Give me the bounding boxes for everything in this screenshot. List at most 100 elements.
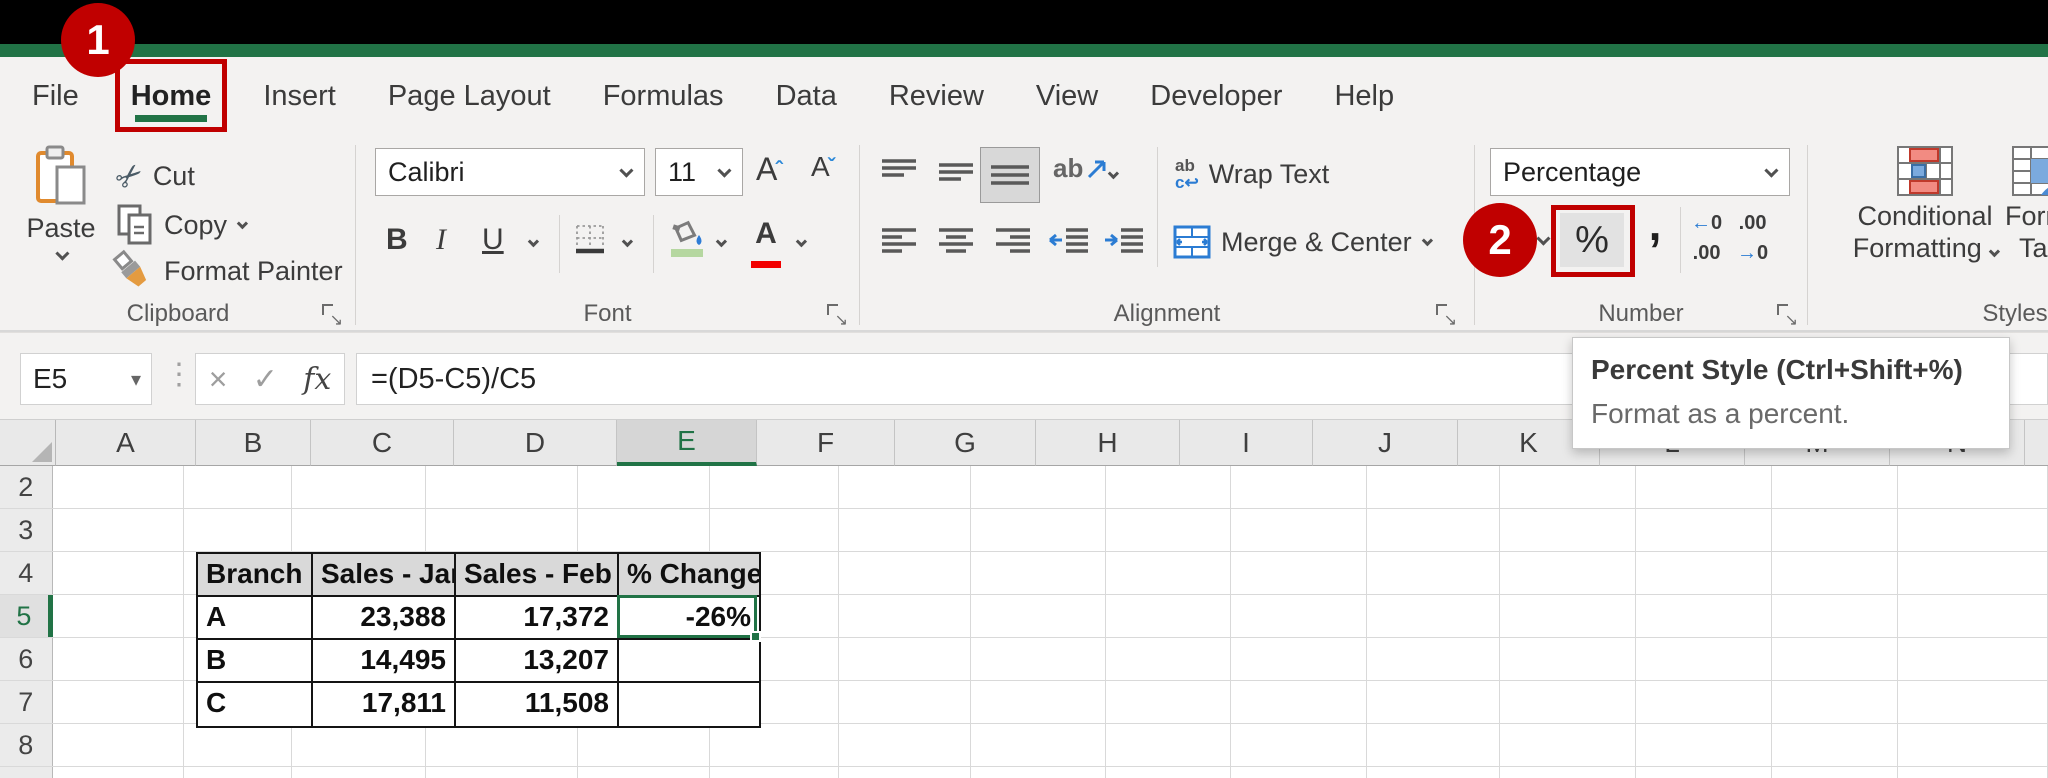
- merge-center-button[interactable]: Merge & Center: [1173, 225, 1433, 259]
- cell-I6[interactable]: [1106, 638, 1231, 680]
- decrease-indent-button[interactable]: [1048, 227, 1090, 257]
- column-header-J[interactable]: J: [1313, 420, 1458, 466]
- copy-chevron[interactable]: [236, 217, 249, 230]
- number-dialog-launcher[interactable]: [1777, 304, 1798, 330]
- row-header-8[interactable]: 8: [0, 724, 53, 766]
- cell-H6[interactable]: [971, 638, 1107, 680]
- increase-font-size-button[interactable]: Aˆ: [756, 151, 783, 188]
- table-cell[interactable]: -26%: [619, 597, 759, 640]
- table-cell[interactable]: 14,495: [313, 640, 456, 683]
- cell-C3[interactable]: [292, 509, 426, 551]
- cell-L6[interactable]: [1500, 638, 1636, 680]
- row-header-6[interactable]: 6: [0, 638, 53, 680]
- cell-J3[interactable]: [1231, 509, 1367, 551]
- column-header-D[interactable]: D: [454, 420, 617, 466]
- cell-K5[interactable]: [1367, 595, 1500, 637]
- column-header-E[interactable]: E: [617, 420, 757, 466]
- cell-C9[interactable]: [292, 767, 426, 778]
- cell-C2[interactable]: [292, 466, 426, 508]
- borders-chevron[interactable]: [621, 235, 634, 248]
- italic-button[interactable]: I: [436, 223, 446, 257]
- cell-M8[interactable]: [1636, 724, 1772, 766]
- row-header-9[interactable]: 9: [0, 767, 53, 778]
- cell-I8[interactable]: [1106, 724, 1231, 766]
- table-header-cell[interactable]: Sales - Jan: [313, 554, 456, 597]
- cell-J4[interactable]: [1231, 552, 1367, 594]
- number-format-chevron[interactable]: [1764, 163, 1779, 178]
- cell-D8[interactable]: [426, 724, 579, 766]
- table-header-cell[interactable]: % Change: [619, 554, 759, 597]
- align-left-button[interactable]: [880, 227, 918, 257]
- increase-indent-button[interactable]: [1103, 227, 1145, 257]
- cell-G2[interactable]: [839, 466, 972, 508]
- cell-B8[interactable]: [184, 724, 292, 766]
- column-header-C[interactable]: C: [311, 420, 454, 466]
- cell-G5[interactable]: [839, 595, 972, 637]
- cell-N2[interactable]: [1772, 466, 1899, 508]
- cell-C8[interactable]: [292, 724, 426, 766]
- accounting-format-chevron[interactable]: [1536, 231, 1551, 246]
- cell-B2[interactable]: [184, 466, 292, 508]
- cell-L5[interactable]: [1500, 595, 1636, 637]
- font-size-chevron[interactable]: [717, 163, 732, 178]
- tab-developer[interactable]: Developer: [1148, 57, 1284, 135]
- cell-O3[interactable]: [1898, 509, 2048, 551]
- cell-A4[interactable]: [53, 552, 184, 594]
- table-header-cell[interactable]: Branch: [198, 554, 313, 597]
- row-header-2[interactable]: 2: [0, 466, 53, 508]
- cell-O2[interactable]: [1898, 466, 2048, 508]
- table-cell[interactable]: B: [198, 640, 313, 683]
- cell-K8[interactable]: [1367, 724, 1500, 766]
- cell-E8[interactable]: [578, 724, 710, 766]
- table-header-cell[interactable]: Sales - Feb: [456, 554, 619, 597]
- cell-M5[interactable]: [1636, 595, 1772, 637]
- cell-A8[interactable]: [53, 724, 184, 766]
- cell-L9[interactable]: [1500, 767, 1636, 778]
- cell-L7[interactable]: [1500, 681, 1636, 723]
- cell-O4[interactable]: [1898, 552, 2048, 594]
- table-cell[interactable]: 11,508: [456, 683, 619, 726]
- column-header-O[interactable]: O: [2025, 420, 2048, 466]
- conditional-formatting-button[interactable]: Conditional Formatting: [1845, 145, 2005, 262]
- cell-N9[interactable]: [1772, 767, 1899, 778]
- tab-insert[interactable]: Insert: [261, 57, 338, 135]
- cell-O7[interactable]: [1898, 681, 2048, 723]
- cell-M3[interactable]: [1636, 509, 1772, 551]
- align-right-button[interactable]: [994, 227, 1032, 257]
- tab-page-layout[interactable]: Page Layout: [386, 57, 553, 135]
- cell-N4[interactable]: [1772, 552, 1899, 594]
- cell-I3[interactable]: [1106, 509, 1231, 551]
- table-cell[interactable]: 17,811: [313, 683, 456, 726]
- cell-K2[interactable]: [1367, 466, 1500, 508]
- table-cell[interactable]: 13,207: [456, 640, 619, 683]
- font-name-combo[interactable]: Calibri: [375, 148, 645, 196]
- column-header-F[interactable]: F: [757, 420, 895, 466]
- tab-data[interactable]: Data: [774, 57, 839, 135]
- cell-E9[interactable]: [578, 767, 710, 778]
- cell-E2[interactable]: [578, 466, 710, 508]
- cell-J7[interactable]: [1231, 681, 1367, 723]
- cell-L8[interactable]: [1500, 724, 1636, 766]
- cut-button[interactable]: ✂ Cut: [108, 154, 195, 199]
- cell-K3[interactable]: [1367, 509, 1500, 551]
- table-cell[interactable]: [619, 640, 759, 683]
- cell-K4[interactable]: [1367, 552, 1500, 594]
- tab-formulas[interactable]: Formulas: [601, 57, 726, 135]
- cell-I5[interactable]: [1106, 595, 1231, 637]
- cell-J8[interactable]: [1231, 724, 1367, 766]
- cell-G6[interactable]: [839, 638, 972, 680]
- paste-chevron[interactable]: [55, 246, 70, 261]
- cell-H3[interactable]: [971, 509, 1107, 551]
- cell-H9[interactable]: [971, 767, 1107, 778]
- fill-color-chevron[interactable]: [715, 235, 728, 248]
- column-header-B[interactable]: B: [196, 420, 311, 466]
- name-box-dropdown-icon[interactable]: ▾: [131, 367, 141, 392]
- cell-M9[interactable]: [1636, 767, 1772, 778]
- tab-file[interactable]: File: [30, 57, 81, 135]
- orientation-button[interactable]: ab: [1053, 153, 1109, 184]
- cell-F3[interactable]: [710, 509, 839, 551]
- cell-O5[interactable]: [1898, 595, 2048, 637]
- cell-O8[interactable]: [1898, 724, 2048, 766]
- cell-I4[interactable]: [1106, 552, 1231, 594]
- name-box[interactable]: E5 ▾: [20, 353, 152, 405]
